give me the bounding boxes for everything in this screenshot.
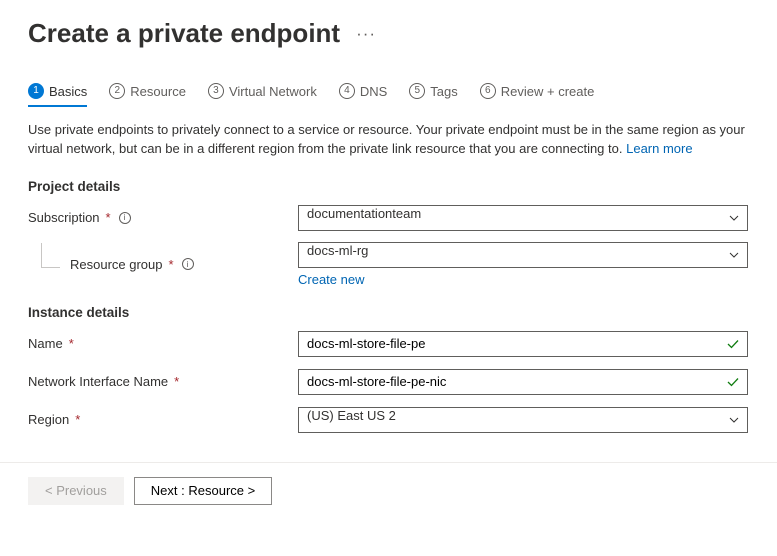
tab-label: DNS <box>360 84 387 99</box>
step-number: 4 <box>339 83 355 99</box>
required-indicator: * <box>69 336 74 351</box>
instance-details-heading: Instance details <box>28 305 749 320</box>
nic-label: Network Interface Name <box>28 374 168 389</box>
step-number: 3 <box>208 83 224 99</box>
learn-more-link[interactable]: Learn more <box>626 141 692 156</box>
name-label: Name <box>28 336 63 351</box>
tab-resource[interactable]: 2 Resource <box>109 77 186 107</box>
nic-input[interactable] <box>298 369 748 395</box>
more-actions-icon[interactable]: ··· <box>356 24 376 44</box>
step-number: 1 <box>28 83 44 99</box>
step-number: 5 <box>409 83 425 99</box>
tab-tags[interactable]: 5 Tags <box>409 77 457 107</box>
step-number: 2 <box>109 83 125 99</box>
info-icon[interactable]: i <box>119 212 131 224</box>
resource-group-label: Resource group <box>70 257 163 272</box>
region-value: (US) East US 2 <box>298 407 748 433</box>
create-new-link[interactable]: Create new <box>298 272 364 287</box>
required-indicator: * <box>169 257 174 272</box>
description-text: Use private endpoints to privately conne… <box>28 121 749 159</box>
required-indicator: * <box>75 412 80 427</box>
tab-virtual-network[interactable]: 3 Virtual Network <box>208 77 317 107</box>
subscription-value: documentationteam <box>298 205 748 231</box>
step-number: 6 <box>480 83 496 99</box>
previous-button: < Previous <box>28 477 124 505</box>
tab-review-create[interactable]: 6 Review + create <box>480 77 595 107</box>
project-details-heading: Project details <box>28 179 749 194</box>
resource-group-select[interactable]: docs-ml-rg <box>298 242 748 268</box>
next-button[interactable]: Next : Resource > <box>134 477 272 505</box>
subscription-label: Subscription <box>28 210 100 225</box>
tab-label: Tags <box>430 84 457 99</box>
info-icon[interactable]: i <box>182 258 194 270</box>
tab-label: Virtual Network <box>229 84 317 99</box>
required-indicator: * <box>174 374 179 389</box>
tab-label: Resource <box>130 84 186 99</box>
subscription-select[interactable]: documentationteam <box>298 205 748 231</box>
region-select[interactable]: (US) East US 2 <box>298 407 748 433</box>
wizard-footer: < Previous Next : Resource > <box>0 463 777 519</box>
name-input[interactable] <box>298 331 748 357</box>
tab-basics[interactable]: 1 Basics <box>28 77 87 107</box>
page-title: Create a private endpoint <box>28 18 340 49</box>
resource-group-value: docs-ml-rg <box>298 242 748 268</box>
wizard-tabs: 1 Basics 2 Resource 3 Virtual Network 4 … <box>28 77 749 107</box>
tab-label: Review + create <box>501 84 595 99</box>
tab-label: Basics <box>49 84 87 99</box>
tab-dns[interactable]: 4 DNS <box>339 77 387 107</box>
required-indicator: * <box>106 210 111 225</box>
region-label: Region <box>28 412 69 427</box>
